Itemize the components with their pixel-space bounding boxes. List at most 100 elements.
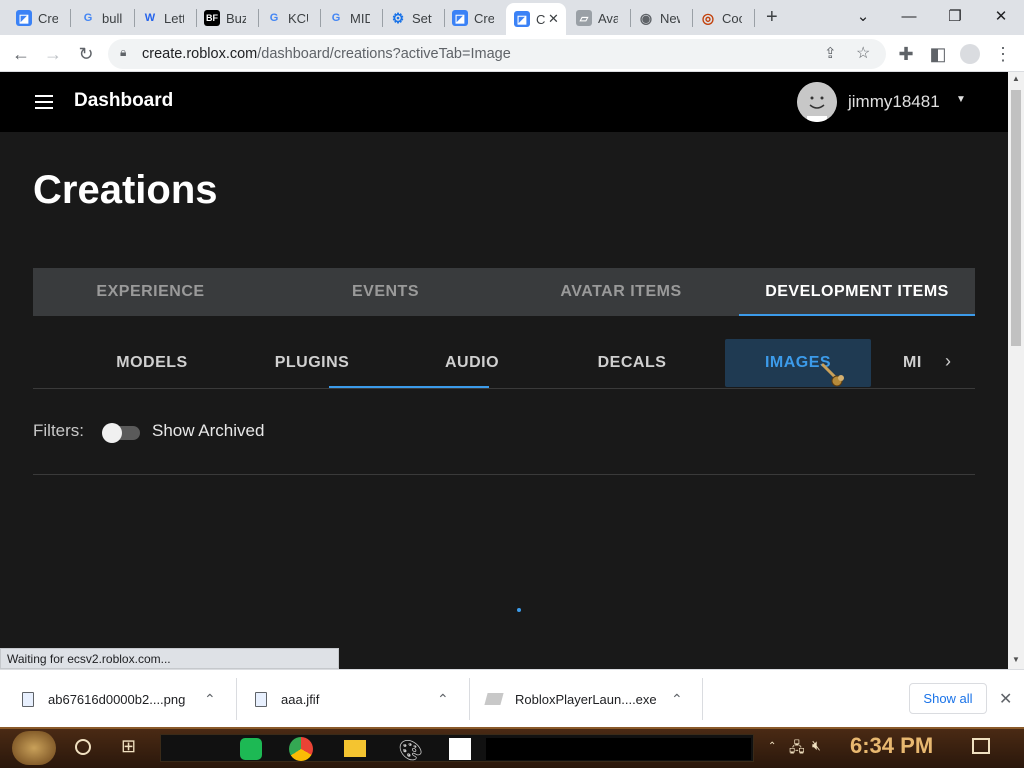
file-explorer-icon[interactable] xyxy=(344,740,366,757)
tab-title: New xyxy=(660,10,680,26)
browser-tab[interactable]: ◎ Cool xyxy=(700,4,742,32)
page-scrollbar[interactable]: ▲ ▼ xyxy=(1008,72,1024,669)
tab-search-icon[interactable]: ⌄ xyxy=(840,0,886,32)
browser-tab-active[interactable]: ◪ C ✕ xyxy=(506,3,566,35)
image-file-icon xyxy=(22,691,34,707)
google-icon: G xyxy=(331,12,341,24)
roblox-studio-icon: ◪ xyxy=(514,11,530,27)
active-tab-indicator xyxy=(739,314,975,316)
roblox-installer-icon xyxy=(484,693,504,705)
avatar[interactable] xyxy=(797,82,837,122)
scroll-up-icon[interactable]: ▲ xyxy=(1012,74,1020,83)
scrollbar-thumb[interactable] xyxy=(1011,90,1021,346)
show-all-button[interactable]: Show all xyxy=(909,683,987,714)
download-filename: aaa.jfif xyxy=(281,691,320,707)
restore-icon[interactable]: ❐ xyxy=(932,0,978,32)
tab-title: Crea xyxy=(38,10,58,26)
back-icon[interactable]: ← xyxy=(8,41,34,67)
taskbar-apps-area: 🎨︎ xyxy=(160,734,754,762)
sub-tabs: MODELS PLUGINS AUDIO DECALS IMAGES MI › xyxy=(33,339,975,389)
chevron-up-icon[interactable]: ⌃ xyxy=(437,691,449,708)
menu-kebab-icon[interactable]: ⋮ xyxy=(990,41,1016,67)
forward-icon[interactable]: → xyxy=(40,41,66,67)
download-filename: ab67616d0000b2....png xyxy=(48,691,186,707)
browser-tab[interactable]: G KCU xyxy=(266,4,308,32)
chevron-up-icon[interactable]: ⌃ xyxy=(671,691,683,708)
tray-chevron-icon[interactable]: ⌃ xyxy=(768,741,776,752)
gear-icon: ⚙ xyxy=(391,9,405,26)
browser-tab[interactable]: G MID xyxy=(328,4,370,32)
task-view-icon[interactable]: ⊞ xyxy=(121,736,136,757)
download-item[interactable]: RobloxPlayerLaun....exe ⌃ xyxy=(484,670,691,728)
cursor-icon xyxy=(821,363,844,387)
scroll-down-icon[interactable]: ▼ xyxy=(1012,655,1020,664)
photos-icon[interactable] xyxy=(449,738,471,760)
browser-tab[interactable]: G bulle xyxy=(80,4,122,32)
close-icon[interactable]: ✕ xyxy=(999,689,1012,709)
downloads-bar: ab67616d0000b2....png ⌃ aaa.jfif ⌃ Roblo… xyxy=(0,669,1024,727)
download-item[interactable]: ab67616d0000b2....png ⌃ xyxy=(22,670,227,728)
chevron-right-icon[interactable]: › xyxy=(945,351,951,372)
browser-tab[interactable]: ◪ Crea xyxy=(452,4,494,32)
lock-icon: 🔒︎ xyxy=(120,45,127,59)
tab-title: MID xyxy=(350,10,370,26)
caret-down-icon[interactable]: ▼ xyxy=(956,94,966,105)
browser-tab[interactable]: ⚙ Sett xyxy=(390,4,432,32)
tab-audio[interactable]: AUDIO xyxy=(392,339,552,387)
browser-tab[interactable]: W Lett xyxy=(142,4,184,32)
start-icon[interactable] xyxy=(12,731,56,765)
clock[interactable]: 6:34 PM xyxy=(850,733,933,759)
tab-experience[interactable]: EXPERIENCE xyxy=(33,268,268,316)
network-icon[interactable]: 🖧︎ xyxy=(789,737,805,761)
show-archived-toggle[interactable] xyxy=(102,423,140,443)
browser-tab[interactable]: ▱ Ava xyxy=(576,4,618,32)
side-panel-icon[interactable]: ◧ xyxy=(925,41,951,67)
tab-title: KCU xyxy=(288,10,308,26)
loading-spinner xyxy=(517,608,521,612)
browser-tab[interactable]: ◪ Crea xyxy=(16,4,58,32)
creations-page: Creations EXPERIENCE EVENTS AVATAR ITEMS… xyxy=(0,132,1008,669)
tab-decals[interactable]: DECALS xyxy=(552,339,712,387)
bookmark-star-icon[interactable]: ☆ xyxy=(856,43,870,63)
username[interactable]: jimmy18481 xyxy=(848,92,940,112)
sub-tab-indicator xyxy=(329,386,489,388)
extensions-icon[interactable]: ✚ xyxy=(893,41,919,67)
tab-title: Ava xyxy=(598,10,618,26)
close-icon[interactable]: ✕ xyxy=(548,11,559,27)
hamburger-menu-icon[interactable] xyxy=(35,95,53,109)
tab-avatar-items[interactable]: AVATAR ITEMS xyxy=(503,268,739,316)
taskbar: ⊞ 🎨︎ ⌃ 🖧︎ 🔇︎ 6:34 PM xyxy=(0,727,1024,768)
tab-title: Sett xyxy=(412,10,432,26)
reload-icon[interactable]: ↻ xyxy=(73,41,99,67)
chevron-up-icon[interactable]: ⌃ xyxy=(204,691,216,708)
roblox-icon: ▱ xyxy=(576,10,592,26)
browser-tab[interactable]: ◉ New xyxy=(638,4,680,32)
address-bar[interactable]: 🔒︎ create.roblox.com/dashboard/creations… xyxy=(108,39,886,69)
tab-title: C xyxy=(536,11,546,27)
tab-images[interactable]: IMAGES xyxy=(725,339,871,387)
tab-events[interactable]: EVENTS xyxy=(268,268,503,316)
tab-plugins[interactable]: PLUGINS xyxy=(232,339,392,387)
browser-tab[interactable]: BF Buz xyxy=(204,4,246,32)
target-icon: ◎ xyxy=(701,9,715,26)
share-icon[interactable]: ⇪ xyxy=(824,44,837,62)
roblox-studio-icon: ◪ xyxy=(16,10,32,26)
app-icon[interactable] xyxy=(240,738,262,760)
profile-icon[interactable] xyxy=(960,44,980,64)
tab-development-items[interactable]: DEVELOPMENT ITEMS xyxy=(739,268,975,316)
close-window-icon[interactable]: ✕ xyxy=(978,0,1024,32)
search-icon[interactable] xyxy=(75,739,91,755)
google-icon: G xyxy=(269,12,279,24)
download-filename: RobloxPlayerLaun....exe xyxy=(515,691,657,707)
minimize-icon[interactable]: — xyxy=(886,0,932,32)
image-file-icon xyxy=(255,691,267,707)
chrome-icon[interactable] xyxy=(289,737,313,761)
volume-muted-icon[interactable]: 🔇︎ xyxy=(812,737,821,754)
download-item[interactable]: aaa.jfif ⌃ xyxy=(255,670,460,728)
paint-icon[interactable]: 🎨︎ xyxy=(398,738,423,763)
notifications-icon[interactable] xyxy=(972,738,990,754)
new-tab-icon[interactable]: + xyxy=(766,6,778,29)
main-tabs: EXPERIENCE EVENTS AVATAR ITEMS DEVELOPME… xyxy=(33,268,975,316)
toggle-knob xyxy=(102,423,122,443)
tab-models[interactable]: MODELS xyxy=(72,339,232,387)
